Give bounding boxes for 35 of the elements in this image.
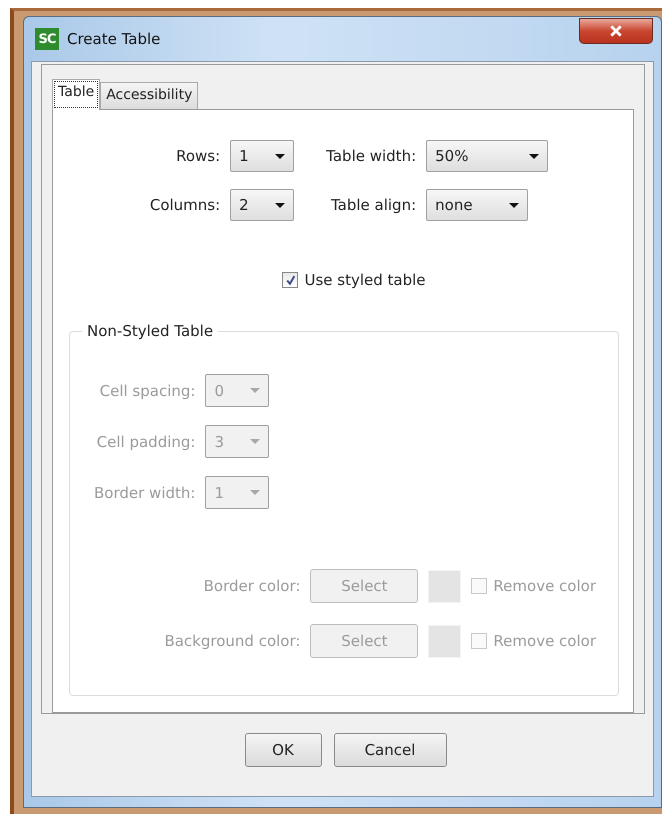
checkbox-label: Remove color <box>493 577 596 595</box>
caret-icon <box>275 154 286 158</box>
caret-icon <box>529 154 540 158</box>
caret-icon <box>250 439 260 444</box>
color-swatch <box>428 570 462 602</box>
close-button[interactable] <box>579 18 653 44</box>
tab[interactable]: Table <box>52 79 100 110</box>
checkbox-label: Remove color <box>493 632 596 650</box>
tab[interactable]: Accessibility <box>100 82 198 109</box>
dropdown[interactable]: 50% <box>426 140 548 172</box>
field-label: Table align: <box>330 196 416 214</box>
field-label: Border color: <box>202 577 300 595</box>
dropdown[interactable]: 2 <box>230 189 294 221</box>
window-title: Create Table <box>67 30 162 48</box>
checkbox-label: Use styled table <box>304 271 426 289</box>
dropdown[interactable]: 1 <box>230 140 294 172</box>
field-label: Rows: <box>175 147 220 165</box>
color-swatch <box>428 624 462 658</box>
cancel-button[interactable]: Cancel <box>334 733 446 767</box>
caret-icon <box>509 202 520 208</box>
dropdown[interactable]: none <box>426 189 528 221</box>
field-label: Border width: <box>94 484 196 502</box>
ok-button[interactable]: OK <box>244 733 322 767</box>
caret-icon <box>250 490 260 495</box>
field-label: Background color: <box>164 632 300 650</box>
field-label: Cell spacing: <box>98 382 196 400</box>
field-label: Table width: <box>326 147 416 165</box>
caret-icon <box>275 202 286 208</box>
field-label: Cell padding: <box>96 432 196 450</box>
field-label: Columns: <box>150 196 220 214</box>
checkbox[interactable] <box>282 272 298 288</box>
close-icon <box>609 25 623 37</box>
group-title: Non-Styled Table <box>82 322 218 340</box>
caret-icon <box>250 388 260 393</box>
app-icon: SC <box>35 28 59 50</box>
